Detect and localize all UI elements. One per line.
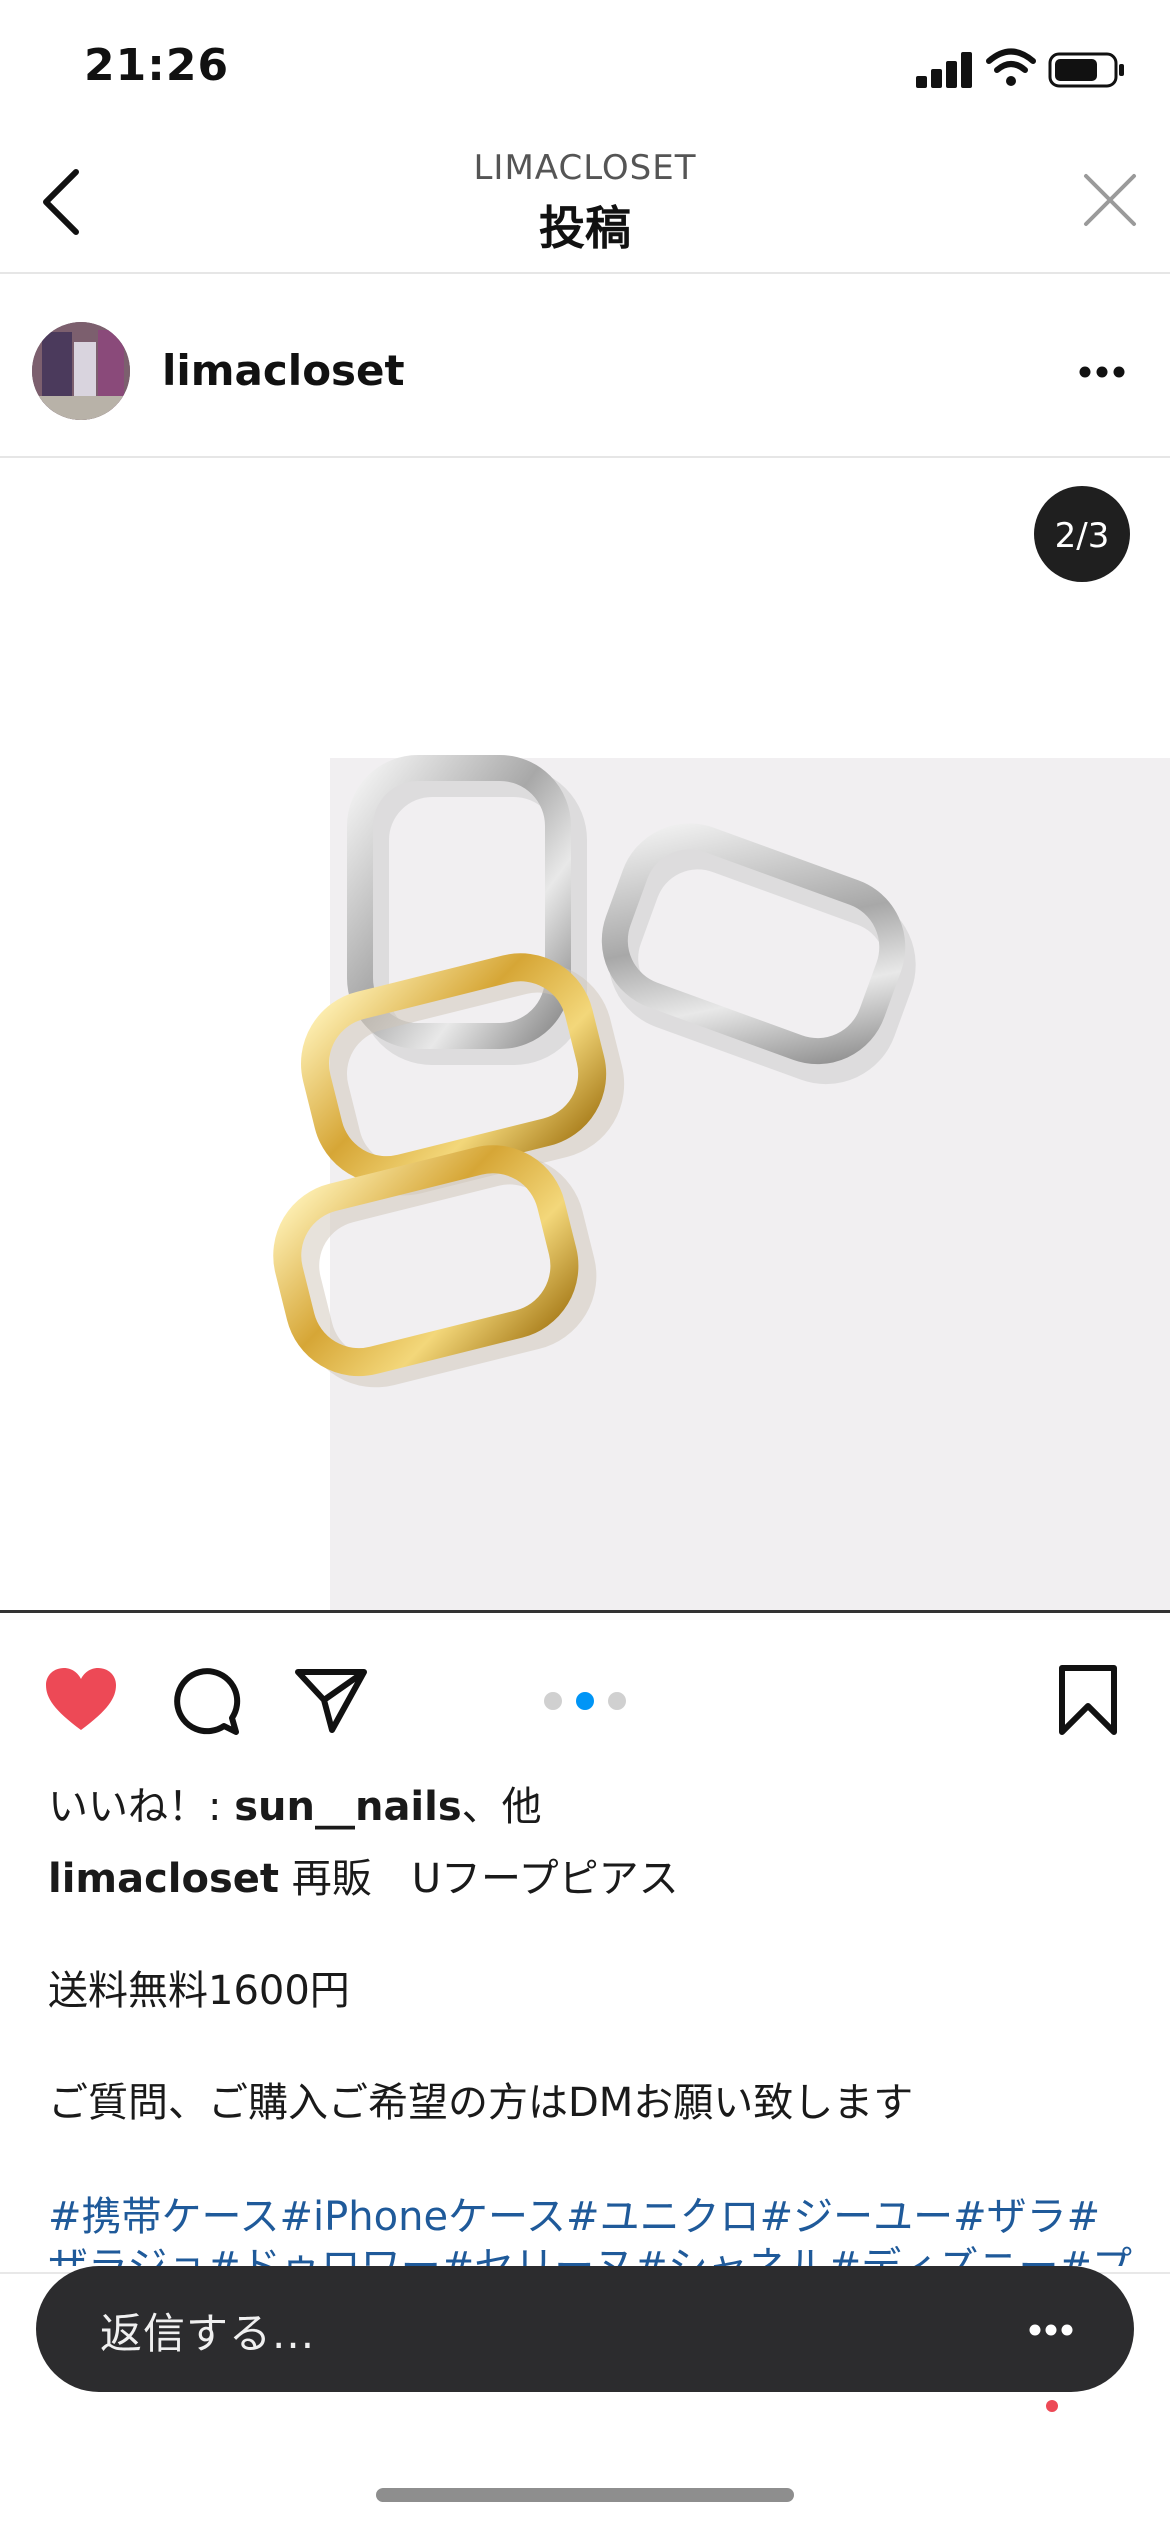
likes-line: いいね！: sun__nails、他	[48, 1774, 542, 1832]
header-divider	[0, 272, 1170, 274]
caption-username[interactable]: limacloset	[48, 1856, 279, 1902]
reply-more-icon[interactable]	[1028, 2322, 1074, 2336]
likes-suffix: 、他	[461, 1784, 542, 1830]
hashtags-line-2[interactable]: ザラジョ#ドゥロワー#セリーヌ#シャネル#ディズニー#プ	[48, 2234, 1132, 2266]
carousel-dot-1	[544, 1692, 562, 1710]
post-header-divider	[0, 456, 1170, 458]
caption-line-2: 送料無料1600円	[48, 1968, 350, 2014]
wifi-icon	[986, 48, 1036, 86]
image-divider	[0, 1610, 1170, 1613]
likes-user[interactable]: sun__nails	[234, 1784, 461, 1830]
bookmark-icon[interactable]	[1058, 1664, 1118, 1736]
caption-line-3: ご質問、ご購入ご希望の方はDMお願い致します	[48, 2080, 914, 2126]
status-time: 21:26	[84, 40, 230, 91]
carousel-dot-2	[576, 1692, 594, 1710]
heart-icon[interactable]	[44, 1666, 118, 1732]
likes-prefix: いいね！:	[48, 1784, 235, 1830]
signal-icon	[916, 50, 972, 88]
close-icon[interactable]	[1080, 170, 1140, 230]
caption-title-line: limacloset 再販 Uフープピアス	[48, 1846, 679, 1904]
home-indicator	[376, 2488, 794, 2502]
carousel-dot-3	[608, 1692, 626, 1710]
avatar[interactable]	[32, 322, 130, 420]
image-counter: 2/3	[1034, 486, 1130, 582]
header-account: LIMACLOSET	[473, 148, 697, 188]
battery-icon	[1048, 52, 1124, 88]
share-icon[interactable]	[294, 1666, 368, 1734]
post-image[interactable]	[0, 468, 1170, 1613]
reply-input[interactable]: 返信する...	[100, 2300, 315, 2361]
more-icon[interactable]	[1078, 364, 1126, 378]
post-username[interactable]: limacloset	[162, 346, 405, 395]
comment-icon[interactable]	[170, 1664, 242, 1736]
page-title: 投稿	[539, 201, 631, 255]
caption-title: 再販 Uフープピアス	[279, 1856, 679, 1902]
notification-dot	[1046, 2400, 1058, 2412]
